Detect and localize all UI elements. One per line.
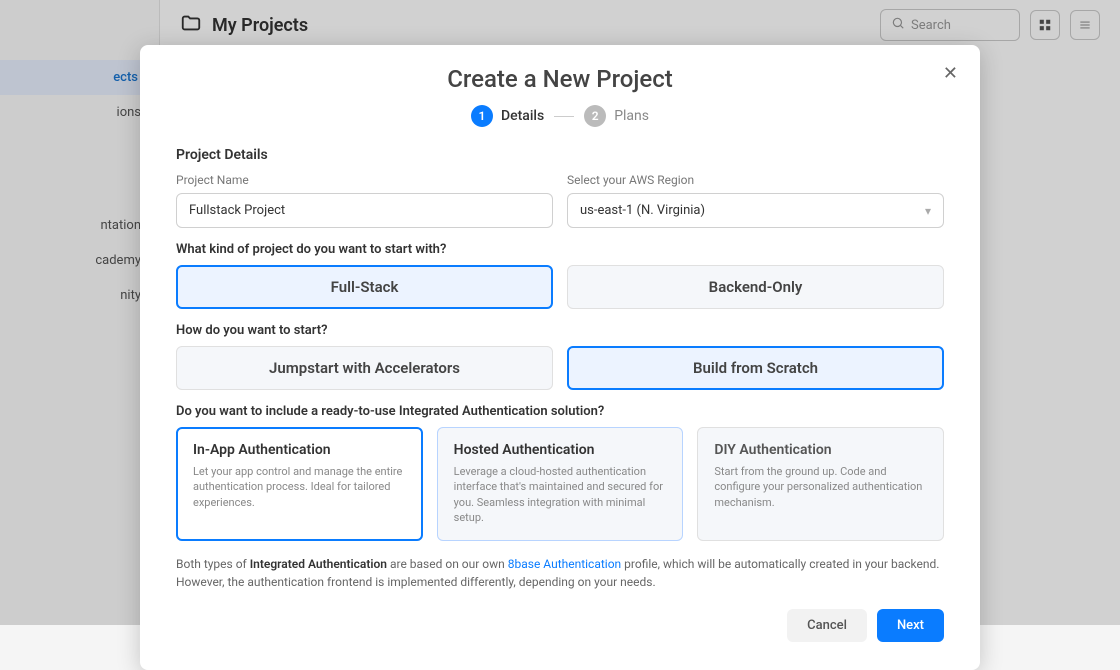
auth-title-inapp: In-App Authentication — [193, 442, 406, 458]
step-label-plans: Plans — [614, 108, 649, 124]
modal-title: Create a New Project — [176, 65, 944, 93]
footnote: Both types of Integrated Authentication … — [176, 555, 944, 591]
auth-desc-diy: Start from the ground up. Code and confi… — [714, 464, 927, 510]
region-label: Select your AWS Region — [567, 173, 944, 187]
question-start: How do you want to start? — [176, 323, 944, 338]
region-value: us-east-1 (N. Virginia) — [580, 203, 705, 218]
auth-desc-inapp: Let your app control and manage the enti… — [193, 464, 406, 510]
stepper: 1 Details 2 Plans — [176, 105, 944, 127]
auth-title-hosted: Hosted Authentication — [454, 442, 667, 458]
auth-hosted[interactable]: Hosted Authentication Leverage a cloud-h… — [437, 427, 684, 541]
project-name-label: Project Name — [176, 173, 553, 187]
section-title: Project Details — [176, 147, 944, 163]
cancel-button[interactable]: Cancel — [787, 609, 867, 642]
auth-title-diy: DIY Authentication — [714, 442, 927, 458]
close-button[interactable]: ✕ — [943, 63, 958, 84]
region-select[interactable]: us-east-1 (N. Virginia) ▾ — [567, 193, 944, 228]
step-plans[interactable]: 2 Plans — [584, 105, 649, 127]
choice-full-stack[interactable]: Full-Stack — [176, 265, 553, 309]
auth-in-app[interactable]: In-App Authentication Let your app contr… — [176, 427, 423, 541]
step-details[interactable]: 1 Details — [471, 105, 544, 127]
next-button[interactable]: Next — [877, 609, 944, 642]
question-auth: Do you want to include a ready-to-use In… — [176, 404, 944, 419]
auth-desc-hosted: Leverage a cloud-hosted authentication i… — [454, 464, 667, 526]
auth-profile-link[interactable]: 8base Authentication — [508, 557, 621, 571]
question-kind: What kind of project do you want to star… — [176, 242, 944, 257]
choice-scratch[interactable]: Build from Scratch — [567, 346, 944, 390]
create-project-modal: ✕ Create a New Project 1 Details 2 Plans… — [140, 45, 980, 670]
chevron-down-icon: ▾ — [925, 204, 931, 218]
step-num-1: 1 — [471, 105, 493, 127]
choice-backend-only[interactable]: Backend-Only — [567, 265, 944, 309]
project-name-input[interactable] — [176, 193, 553, 228]
step-num-2: 2 — [584, 105, 606, 127]
step-label-details: Details — [501, 108, 544, 124]
step-connector — [554, 116, 574, 117]
auth-diy[interactable]: DIY Authentication Start from the ground… — [697, 427, 944, 541]
choice-jumpstart[interactable]: Jumpstart with Accelerators — [176, 346, 553, 390]
